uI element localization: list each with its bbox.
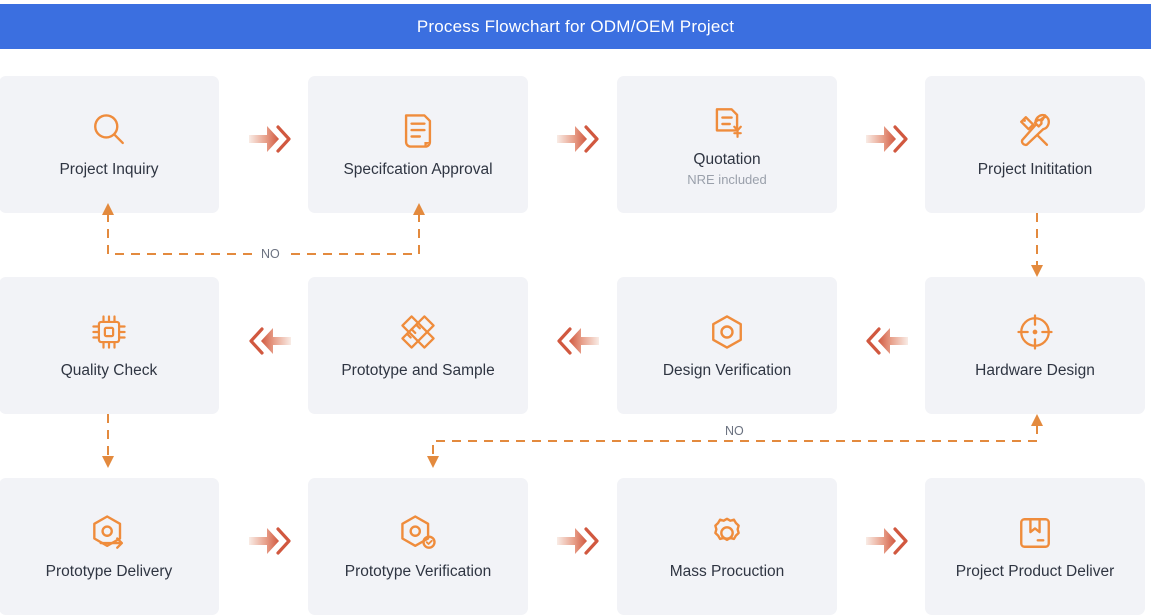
flowchart-canvas: Project Inquiry Specifcation Approval Qu… (0, 0, 1151, 615)
hexagon-arrow-icon (87, 511, 131, 555)
flow-node-label: Prototype Delivery (45, 563, 173, 581)
flow-node-prototype-verification[interactable]: Prototype Verification (308, 478, 528, 615)
package-box-icon (1013, 511, 1057, 555)
flow-node-label: Mass Procuction (669, 563, 785, 581)
gear-icon (705, 511, 749, 555)
flow-arrow-right (864, 524, 910, 558)
flow-node-mass-procuction[interactable]: Mass Procuction (617, 478, 837, 615)
feedback-loop-label-2: NO (719, 424, 750, 438)
hexagon-check-icon (396, 511, 440, 555)
flow-node-label: Prototype Verification (344, 563, 492, 581)
flow-node-prototype-delivery[interactable]: Prototype Delivery (0, 478, 219, 615)
flow-node-project-product-deliver[interactable]: Project Product Deliver (925, 478, 1145, 615)
flow-arrow-right (247, 524, 293, 558)
flow-node-label: Project Product Deliver (955, 563, 1115, 581)
flow-arrow-right (555, 524, 601, 558)
